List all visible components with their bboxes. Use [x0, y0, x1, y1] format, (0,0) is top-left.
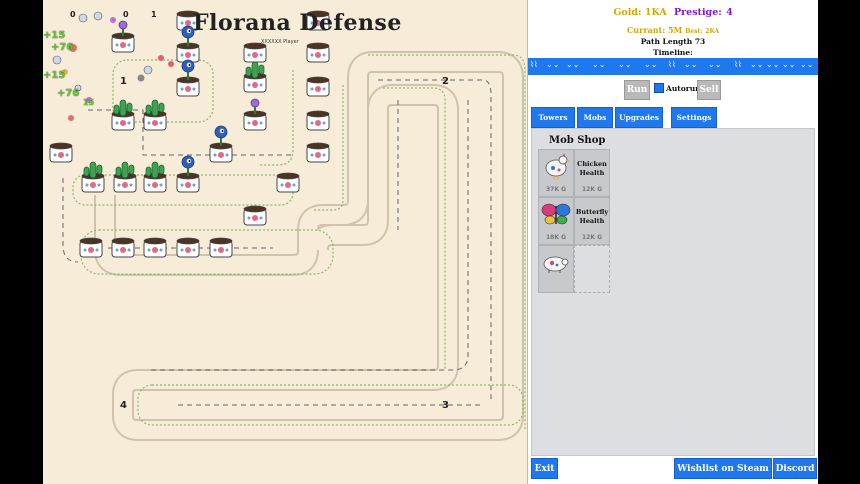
wave-marker-icon: ⌄⌄ [644, 60, 658, 69]
tab-towers[interactable]: Towers [531, 107, 575, 128]
shop-item-chicken-health[interactable]: Chicken Health 12K G [574, 149, 610, 197]
corner-label-4: 4 [120, 400, 127, 411]
wave-marker-icon: ⌄⌄ [566, 60, 580, 69]
mob-shop-title: Mob Shop [549, 135, 606, 146]
floating-number: +76 [57, 88, 80, 99]
run-button[interactable]: Run [624, 80, 650, 100]
floating-number: +76 [51, 42, 74, 53]
tower-pots [49, 10, 330, 258]
shop-item-price: 12K G [581, 234, 602, 241]
shop-item-price: 12K G [581, 186, 602, 193]
floating-number: 15 [83, 98, 95, 107]
wave-marker-icon: ⌄⌄ [592, 60, 606, 69]
wave-marker-icon: ⌄⌄ [684, 60, 698, 69]
tab-mobs[interactable]: Mobs [577, 107, 613, 128]
wave-marker-icon: ⌄⌄ [766, 60, 780, 69]
mob-shop-panel: Mob Shop 37K G Chicken Health 12K G 18K … [531, 128, 815, 456]
currant-label: Currant: [626, 25, 666, 35]
shop-item-label: Chicken Health [577, 160, 607, 177]
game-board[interactable]: Florana Defense XXXXXX Player 1 2 3 4 0 … [43, 0, 527, 484]
gold-label: Gold: [613, 7, 642, 18]
wave-marker-icon: ⌄⌄ [708, 60, 722, 69]
corner-label-3: 3 [442, 400, 449, 411]
best-value: 2KA [705, 28, 720, 35]
shop-item-price: 37K G [545, 186, 566, 193]
wave-marker-icon: ⌄⌄ [782, 60, 796, 69]
autorun-label: Autorun [666, 83, 701, 93]
wave-marker-icon: ⌇⌇ [530, 60, 538, 69]
corner-label-2: 2 [442, 76, 449, 87]
currant-row: Currant: 5M Best: 2KA [528, 25, 818, 35]
sell-button[interactable]: Sell [697, 80, 721, 100]
shop-item-butterfly[interactable]: 18K G [538, 197, 574, 245]
tab-settings[interactable]: Settings [671, 107, 717, 128]
shop-item-empty [574, 245, 610, 293]
wave-marker-icon: ⌇⌇ [734, 60, 742, 69]
side-panel: Gold: 1KA Prestige: 4 Currant: 5M Best: … [527, 0, 818, 484]
gold-prestige-row: Gold: 1KA Prestige: 4 [528, 7, 818, 18]
map-canvas [49, 10, 526, 441]
discord-button[interactable]: Discord [773, 458, 817, 479]
floating-number: +15 [43, 70, 66, 81]
timeline-label: Timeline: [653, 48, 693, 57]
prestige-value: 4 [726, 7, 733, 18]
corner-label-1: 1 [120, 76, 127, 87]
counter-2: 1 [151, 10, 157, 19]
pig-icon [543, 256, 569, 273]
prestige-label: Prestige: [674, 7, 722, 18]
timeline-bar[interactable]: ⌇⌇ ⌄⌄ ⌄⌄ ⌄⌄ ⌄⌄ ⌄⌄ ⌇⌇ ⌄⌄ ⌄⌄ ⌇⌇ ⌄⌄ ⌄⌄ ⌄⌄ ⌄… [528, 58, 818, 75]
floating-number: +15 [43, 30, 66, 41]
wave-marker-icon: ⌄⌄ [618, 60, 632, 69]
best-label: Best: [685, 28, 703, 35]
currant-value: 5M [667, 25, 683, 35]
butterfly-icon [541, 203, 571, 225]
game-title: Florana Defense [193, 10, 402, 36]
shop-item-label: Butterfly Health [575, 208, 609, 225]
exit-button[interactable]: Exit [531, 458, 558, 479]
wave-marker-icon: ⌄⌄ [750, 60, 764, 69]
tab-upgrades[interactable]: Upgrades [615, 107, 663, 128]
gold-value: 1KA [644, 7, 667, 18]
autorun-toggle[interactable]: Autorun [654, 83, 701, 93]
path-length: Path Length 73 [640, 37, 706, 46]
game-subtitle: XXXXXX Player [261, 39, 299, 45]
wave-marker-icon: ⌄⌄ [546, 60, 560, 69]
wave-marker-icon: ⌇⌇ [668, 60, 676, 69]
wave-marker-icon: ⌄⌄ [800, 60, 814, 69]
shop-item-pig[interactable] [538, 245, 574, 293]
counter-1: 0 [123, 10, 129, 19]
chicken-icon [545, 153, 570, 180]
counter-0: 0 [70, 10, 76, 19]
shop-item-price: 18K G [545, 234, 566, 241]
autorun-checkbox[interactable] [654, 83, 664, 93]
wishlist-button[interactable]: Wishlist on Steam [674, 458, 772, 479]
shop-item-butterfly-health[interactable]: Butterfly Health 12K G [574, 197, 610, 245]
shop-item-chicken[interactable]: 37K G [538, 149, 574, 197]
